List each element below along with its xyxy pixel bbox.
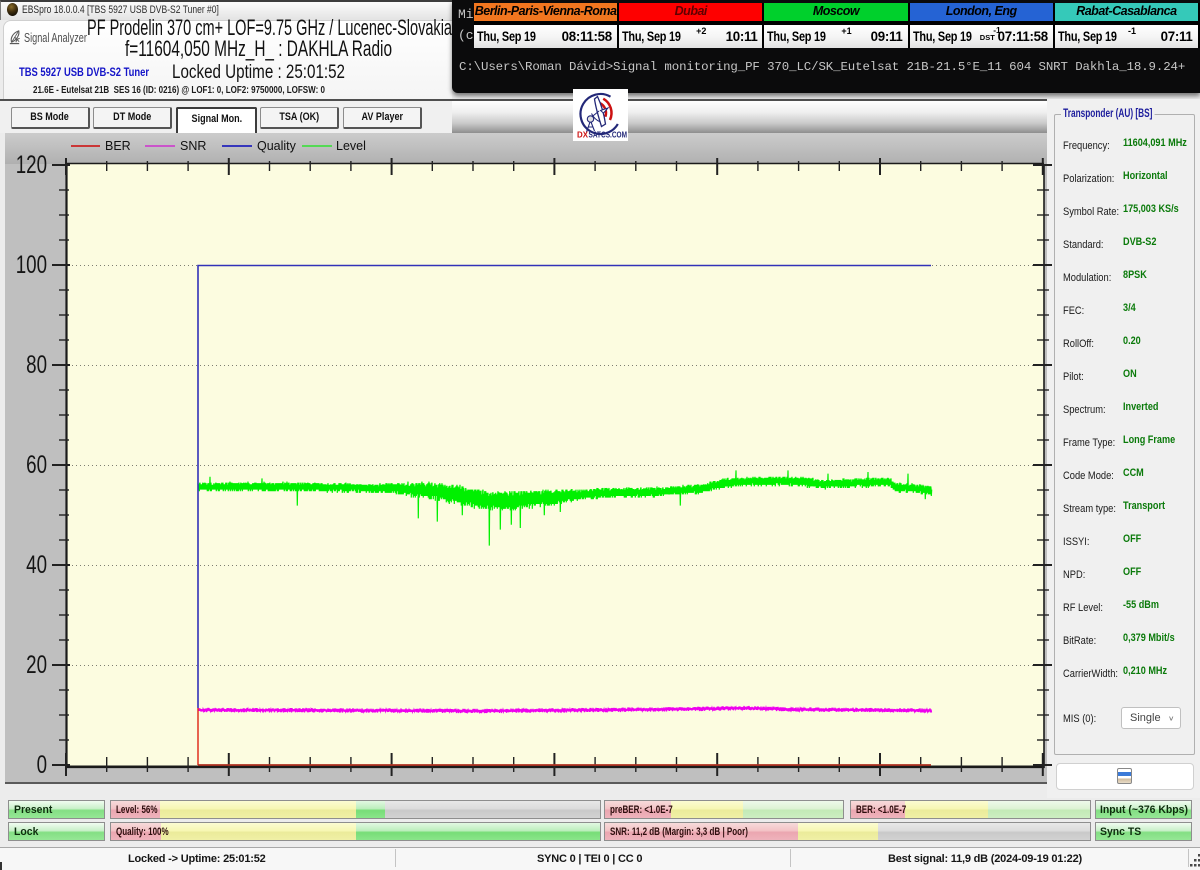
svg-text:SATCS.COM: SATCS.COM	[589, 131, 628, 140]
svg-text:DX: DX	[577, 131, 589, 140]
